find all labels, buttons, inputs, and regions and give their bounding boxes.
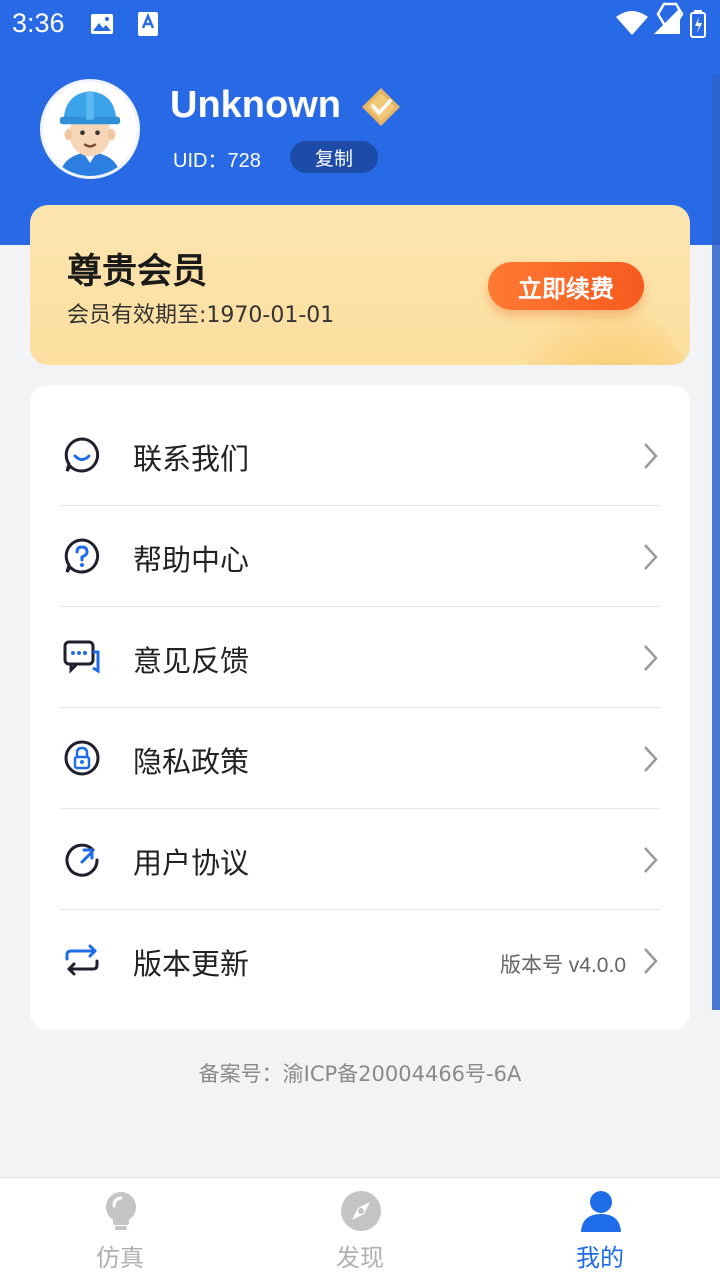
- privacy-lock-icon: [63, 739, 101, 777]
- menu-item-privacy-policy[interactable]: 隐私政策: [60, 708, 660, 809]
- member-title: 尊贵会员: [67, 252, 208, 292]
- nav-label: 我的: [576, 1244, 624, 1272]
- nav-label: 仿真: [96, 1244, 144, 1272]
- chevron-right-icon: [640, 946, 660, 976]
- menu-item-help-center[interactable]: 帮助中心: [60, 506, 660, 607]
- status-time: 3:36: [12, 8, 65, 38]
- gallery-notification-icon: [90, 13, 114, 39]
- compass-icon: [340, 1190, 382, 1232]
- avatar[interactable]: [40, 79, 140, 179]
- member-expiry: 会员有效期至:1970-01-01: [67, 303, 335, 328]
- bottom-navigation: 仿真 发现 我的: [0, 1177, 720, 1280]
- chevron-right-icon: [640, 441, 660, 471]
- chevron-right-icon: [640, 744, 660, 774]
- nav-tab-mine[interactable]: 我的: [480, 1178, 720, 1280]
- refresh-icon: [63, 941, 101, 979]
- menu-label: 帮助中心: [133, 543, 250, 577]
- chevron-right-icon: [640, 643, 660, 673]
- menu-label: 用户协议: [133, 846, 250, 880]
- menu-label: 版本更新: [133, 947, 250, 981]
- menu-item-version-update[interactable]: 版本更新 版本号 v4.0.0: [60, 910, 660, 1011]
- icp-record: 备案号：渝ICP备20004466号-6A: [198, 1062, 522, 1086]
- font-notification-icon: [137, 11, 159, 41]
- version-number: 版本号 v4.0.0: [499, 954, 626, 977]
- help-circle-icon: [63, 537, 101, 575]
- member-card: 尊贵会员 会员有效期至:1970-01-01 立即续费: [30, 205, 690, 365]
- menu-item-user-agreement[interactable]: 用户协议: [60, 809, 660, 910]
- chevron-right-icon: [640, 845, 660, 875]
- feedback-icon: [63, 638, 101, 676]
- copy-uid-button[interactable]: 复制: [290, 141, 378, 173]
- user-id: UID：728: [173, 150, 261, 172]
- scrollbar[interactable]: [712, 75, 720, 1010]
- username: Unknown: [170, 84, 341, 126]
- chevron-right-icon: [640, 542, 660, 572]
- person-icon: [580, 1190, 622, 1232]
- lightbulb-icon: [100, 1190, 142, 1232]
- user-agreement-icon: [63, 840, 101, 878]
- wifi-icon: [615, 10, 649, 40]
- vip-diamond-icon: [360, 86, 402, 128]
- settings-menu: 联系我们 帮助中心 意见反馈 隐私政策 用户协议 版本更新 版本号 v4.0.0: [30, 385, 690, 1030]
- renew-button[interactable]: 立即续费: [488, 262, 644, 310]
- status-bar: 3:36: [0, 0, 720, 50]
- signal-icon: [650, 0, 690, 42]
- menu-label: 意见反馈: [133, 644, 250, 678]
- nav-label: 发现: [336, 1244, 384, 1272]
- nav-tab-discover[interactable]: 发现: [240, 1178, 480, 1280]
- chat-smile-icon: [63, 436, 101, 474]
- menu-label: 隐私政策: [133, 745, 250, 779]
- menu-label: 联系我们: [133, 442, 250, 476]
- menu-item-contact-us[interactable]: 联系我们: [60, 405, 660, 506]
- worker-avatar-icon: [43, 82, 137, 176]
- battery-icon: [690, 10, 708, 42]
- nav-tab-simulation[interactable]: 仿真: [0, 1178, 240, 1280]
- menu-item-feedback[interactable]: 意见反馈: [60, 607, 660, 708]
